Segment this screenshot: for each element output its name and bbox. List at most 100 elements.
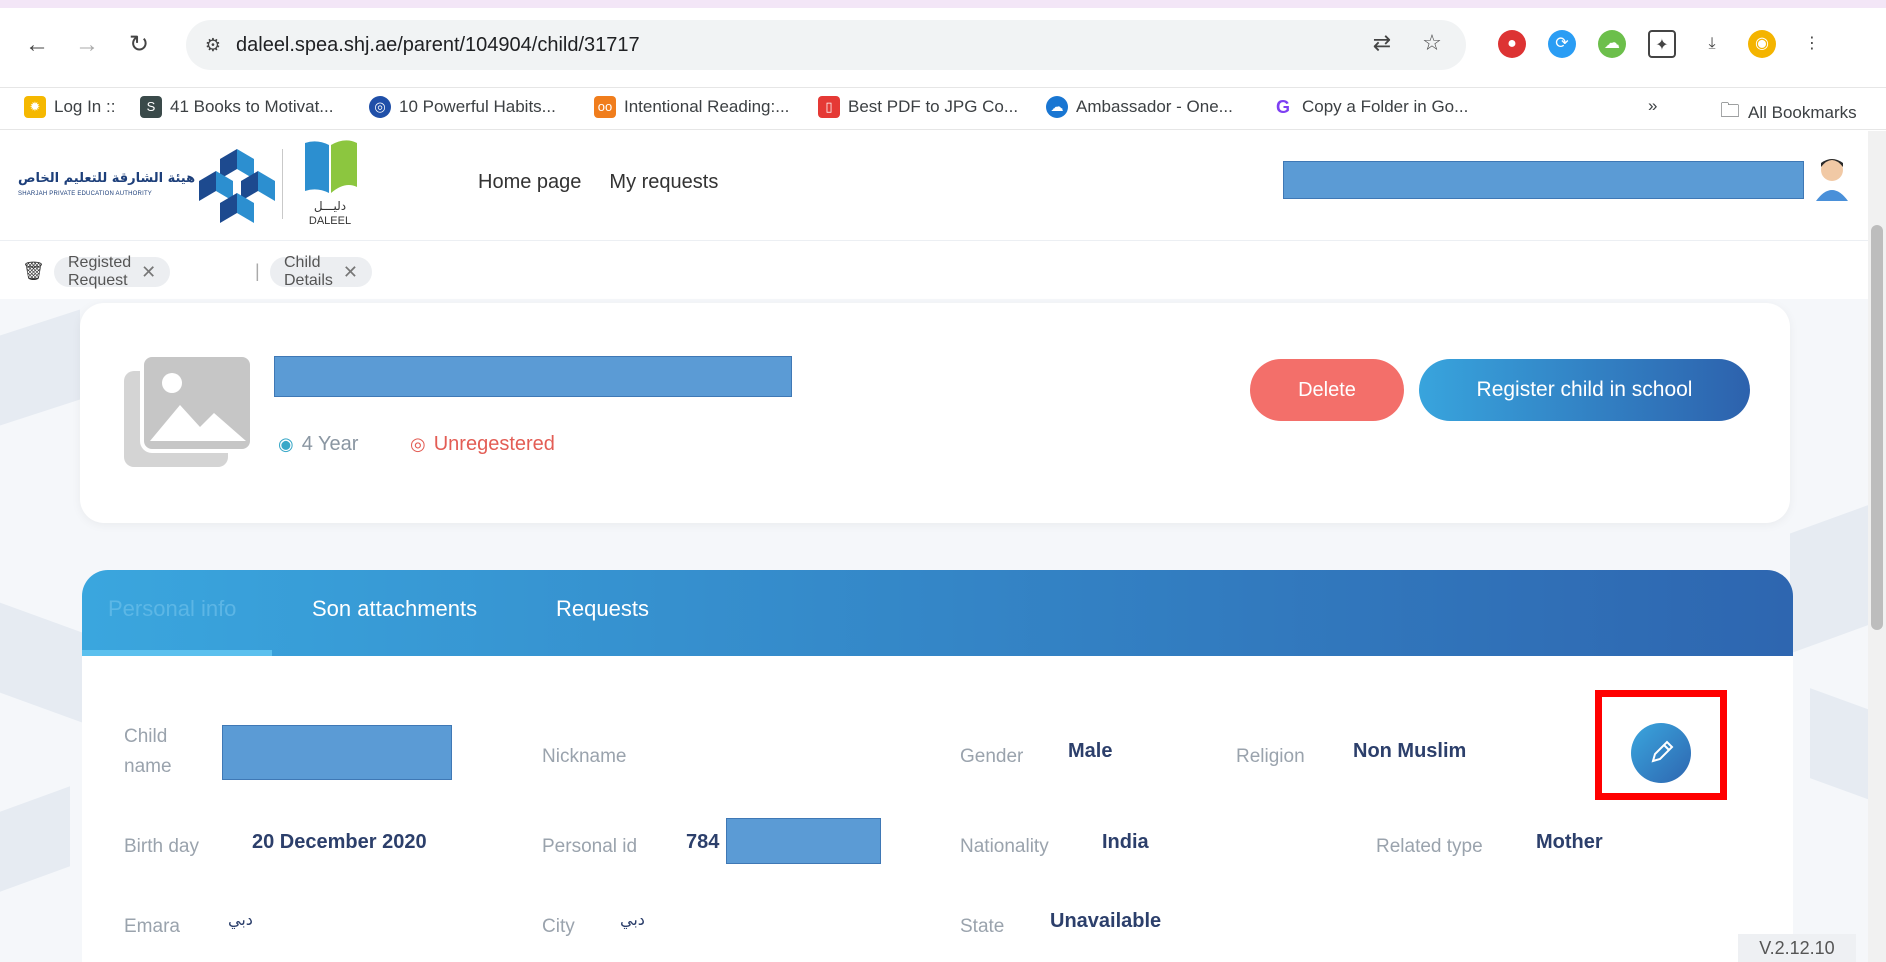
child-name-label-line2: name <box>124 756 172 777</box>
scrollbar-thumb[interactable] <box>1871 225 1883 630</box>
tab-bar: Personal info Son attachments Requests <box>82 570 1793 656</box>
spea-logo[interactable]: هيئة الشارقة للتعليم الخاص SHARJAH PRIVA… <box>18 139 275 225</box>
status-icon: ◎ <box>410 434 426 454</box>
site-icon: oo <box>594 96 616 118</box>
breadcrumb-chip-child-details[interactable]: Child Details ✕ <box>270 254 372 289</box>
top-nav: Home page My requests <box>478 171 718 194</box>
nationality-label: Nationality <box>960 836 1049 857</box>
gender-value: Male <box>1068 740 1113 762</box>
bookmark-item[interactable]: G Copy a Folder in Go... <box>1272 96 1468 118</box>
nav-my-requests[interactable]: My requests <box>609 171 718 194</box>
tab-personal-info[interactable]: Personal info <box>108 596 236 622</box>
all-bookmarks-label: All Bookmarks <box>1748 103 1857 122</box>
profile-icon[interactable]: ◉ <box>1748 30 1776 58</box>
daleel-logo[interactable]: دليـــل DALEEL <box>295 137 365 229</box>
trash-icon[interactable]: 🗑 <box>22 261 46 285</box>
version-label: V.2.12.10 <box>1738 934 1856 962</box>
decor-shape <box>0 602 90 726</box>
related-type-label: Related type <box>1376 836 1483 857</box>
nav-home-page[interactable]: Home page <box>478 171 581 194</box>
pdf-icon: ▯ <box>818 96 840 118</box>
edit-personal-info-button[interactable] <box>1631 723 1691 783</box>
spea-emblem-icon <box>199 149 275 223</box>
age-badge-icon: ◉ <box>278 434 294 454</box>
site-icon: ◎ <box>369 96 391 118</box>
city-label: City <box>542 916 575 937</box>
active-tab-indicator <box>82 650 272 656</box>
breadcrumb-separator: | <box>255 261 260 281</box>
bookmark-item[interactable]: ✹ Log In :: <box>24 96 115 118</box>
child-name-redacted <box>274 356 792 397</box>
user-name-redacted <box>1283 161 1804 199</box>
cloud-icon: ☁ <box>1046 96 1068 118</box>
bookmark-star-icon[interactable]: ☆ <box>1418 30 1446 56</box>
back-arrow-icon[interactable]: ← <box>22 30 52 60</box>
child-summary-card: ◉ 4 Year ◎ Unregestered Delete Register … <box>80 303 1790 523</box>
extension-apple-icon[interactable]: ● <box>1498 30 1526 58</box>
more-bookmarks-button[interactable]: » <box>1648 96 1657 116</box>
bookmark-label: Ambassador - One... <box>1076 97 1233 116</box>
decor-shape <box>1790 504 1868 654</box>
bookmark-label: Intentional Reading:... <box>624 97 790 116</box>
bookmark-label: Copy a Folder in Go... <box>1302 97 1469 116</box>
extensions-puzzle-icon[interactable]: ✦ <box>1648 30 1676 58</box>
pencil-icon <box>1651 740 1674 763</box>
download-icon[interactable]: ⤓ <box>1698 30 1726 58</box>
folder-icon: 🗀 <box>1720 100 1740 122</box>
menu-kebab-icon[interactable]: ⋮ <box>1798 30 1826 58</box>
religion-label: Religion <box>1236 746 1305 767</box>
nickname-label: Nickname <box>542 746 627 767</box>
child-age: ◉ 4 Year <box>278 433 358 456</box>
state-label: State <box>960 916 1005 937</box>
g-icon: G <box>1272 96 1294 118</box>
religion-value: Non Muslim <box>1353 740 1467 762</box>
forward-arrow-icon[interactable]: → <box>72 30 102 60</box>
decor-shape <box>0 309 80 439</box>
emara-label: Emara <box>124 916 180 937</box>
bookmark-item[interactable]: ☁ Ambassador - One... <box>1046 96 1233 118</box>
bookmark-item[interactable]: ◎ 10 Powerful Habits... <box>369 96 556 118</box>
bookmark-label: 41 Books to Motivat... <box>170 97 334 116</box>
nationality-value: India <box>1102 831 1149 853</box>
gear-icon: ✹ <box>24 96 46 118</box>
reload-icon[interactable]: ↻ <box>124 30 154 60</box>
translate-icon[interactable]: ⇄ <box>1368 30 1396 56</box>
child-photo-placeholder-icon <box>124 353 254 467</box>
birthday-value: 20 December 2020 <box>252 831 427 853</box>
bookmark-label: Log In :: <box>54 97 116 116</box>
decor-shape <box>0 786 70 892</box>
breadcrumb-chip-registed-request[interactable]: Registed Request ✕ <box>54 254 171 289</box>
site-icon: S <box>140 96 162 118</box>
tab-son-attachments[interactable]: Son attachments <box>312 596 477 622</box>
delete-button[interactable]: Delete <box>1250 359 1404 421</box>
app-header: هيئة الشارقة للتعليم الخاص SHARJAH PRIVA… <box>0 131 1886 241</box>
bookmark-label: Best PDF to JPG Co... <box>848 97 1019 116</box>
emara-value: دبي <box>228 910 253 929</box>
org-name-arabic: هيئة الشارقة للتعليم الخاص <box>18 171 196 186</box>
daleel-book-icon <box>305 140 357 193</box>
birthday-label: Birth day <box>124 836 199 857</box>
address-bar[interactable]: ⚙ daleel.spea.shj.ae/parent/104904/child… <box>186 20 1466 70</box>
all-bookmarks[interactable]: 🗀 All Bookmarks <box>1720 96 1857 130</box>
child-status: ◎ Unregestered <box>410 433 555 456</box>
personal-id-prefix: 784 <box>686 831 720 853</box>
tab-requests[interactable]: Requests <box>556 596 649 622</box>
url-text[interactable]: daleel.spea.shj.ae/parent/104904/child/3… <box>236 34 640 57</box>
personal-info-panel: Personal info Son attachments Requests C… <box>82 570 1793 962</box>
logo-divider <box>282 149 283 219</box>
city-value: دبي <box>620 910 645 929</box>
close-icon[interactable]: ✕ <box>343 262 358 283</box>
bookmark-item[interactable]: S 41 Books to Motivat... <box>140 96 333 118</box>
extension-sync-icon[interactable]: ⟳ <box>1548 30 1576 58</box>
bookmark-item[interactable]: ▯ Best PDF to JPG Co... <box>818 96 1018 118</box>
register-child-button[interactable]: Register child in school <box>1419 359 1750 421</box>
breadcrumb-label: Child Details <box>284 254 333 289</box>
personal-id-label: Personal id <box>542 836 638 857</box>
bookmark-label: 10 Powerful Habits... <box>399 97 556 116</box>
bookmark-item[interactable]: oo Intentional Reading:... <box>594 96 789 118</box>
avatar[interactable] <box>1814 155 1850 203</box>
extension-cloud-icon[interactable]: ☁ <box>1598 30 1626 58</box>
site-settings-icon[interactable]: ⚙ <box>200 32 226 58</box>
child-name-label: Child <box>124 726 168 747</box>
close-icon[interactable]: ✕ <box>141 262 156 283</box>
